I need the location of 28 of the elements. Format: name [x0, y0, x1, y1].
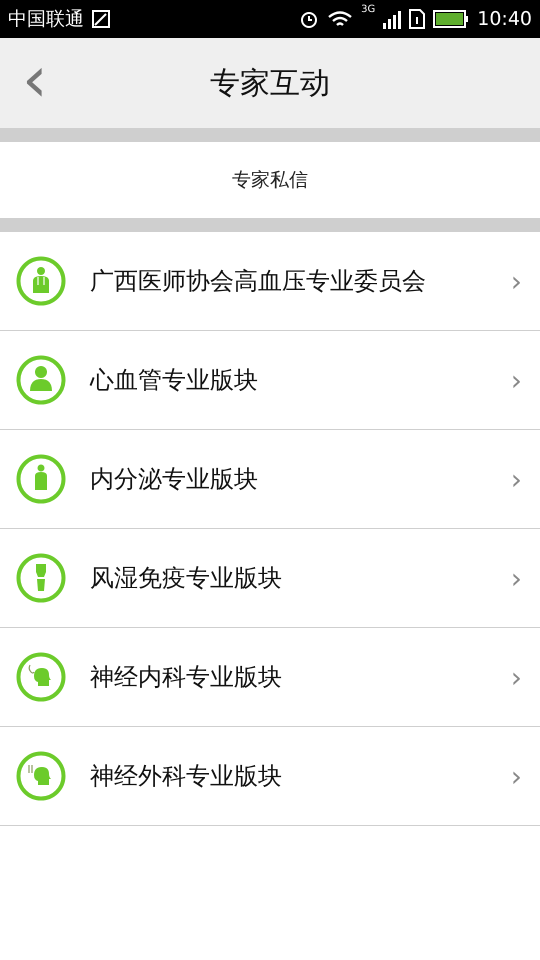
category-icon — [16, 751, 66, 801]
sim-icon — [409, 9, 426, 29]
clock-time: 10:40 — [477, 8, 532, 30]
carrier-name: 中国联通 — [8, 7, 84, 32]
category-label: 广西医师协会高血压专业委员会 — [90, 266, 427, 297]
category-icon — [16, 652, 66, 702]
category-label: 心血管专业版块 — [90, 365, 259, 396]
signal-icon — [383, 9, 402, 29]
network-type: 3G — [361, 4, 376, 15]
chevron-icon: › — [510, 364, 522, 396]
back-button[interactable]: ‹ — [14, 50, 56, 110]
chevron-icon: › — [510, 760, 522, 792]
category-icon — [16, 553, 66, 603]
page-title: 专家互动 — [210, 64, 330, 102]
category-icon — [16, 355, 66, 405]
category-label: 神经内科专业版块 — [90, 662, 283, 693]
chevron-icon: › — [510, 660, 522, 694]
alarm-icon — [299, 9, 320, 29]
category-icon — [16, 256, 66, 306]
chevron-icon: › — [510, 462, 522, 496]
chevron-icon: › — [510, 264, 522, 298]
chevron-icon: › — [510, 562, 522, 594]
category-label: 神经外科专业版块 — [90, 761, 283, 792]
category-label: 风湿免疫专业版块 — [90, 563, 283, 594]
battery-icon — [433, 10, 470, 28]
category-label: 内分泌专业版块 — [90, 464, 259, 495]
image-icon — [92, 10, 110, 28]
category-icon — [16, 454, 66, 504]
